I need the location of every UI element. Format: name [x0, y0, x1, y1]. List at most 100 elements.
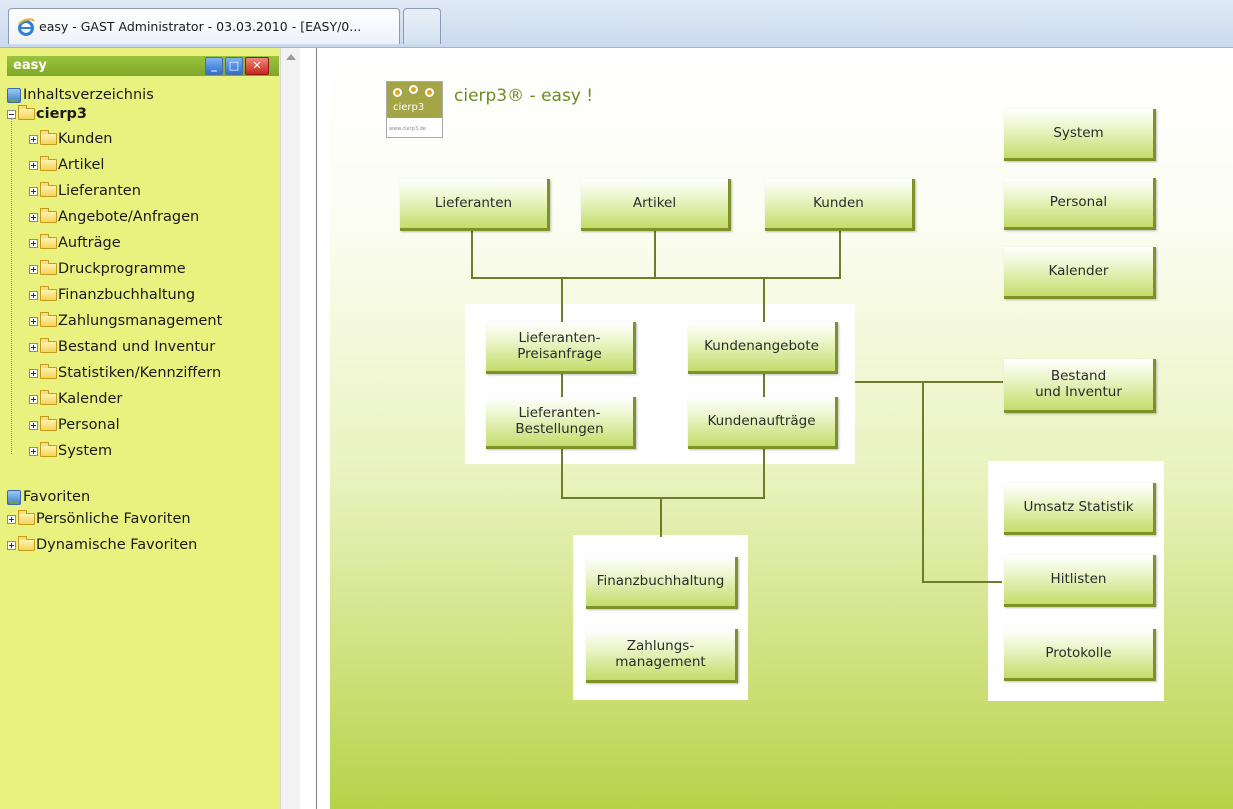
tree-item-auftraege[interactable]: Aufträge [29, 232, 121, 254]
tree-item-label: Lieferanten [58, 183, 141, 199]
tree-item-kunden[interactable]: Kunden [29, 128, 112, 150]
expand-icon[interactable] [29, 290, 38, 300]
finanzbuchhaltung-button[interactable]: Finanzbuchhaltung [586, 557, 738, 609]
tree-item-system[interactable]: System [29, 440, 112, 462]
browser-tab-bar: easy - GAST Administrator - 03.03.2010 -… [0, 0, 1233, 48]
navigation-pane: easy _ □ ✕ Inhaltsverzeichnis cierp3 Kun… [0, 48, 300, 809]
logo-text: cierp3 [393, 102, 425, 113]
tree-item-label: Statistiken/Kennziffern [58, 365, 222, 381]
tree-item-personal[interactable]: Personal [29, 414, 120, 436]
folder-icon [18, 536, 35, 551]
umsatz-statistik-button[interactable]: Umsatz Statistik [1004, 483, 1156, 535]
pane-splitter[interactable] [316, 48, 317, 809]
kundenauftraege-button[interactable]: Kundenaufträge [688, 397, 838, 449]
connector-line [922, 581, 1002, 583]
computer-icon [7, 489, 21, 505]
expand-icon[interactable] [29, 446, 38, 456]
expand-icon[interactable] [29, 186, 38, 196]
tree-item-label: Kalender [58, 391, 123, 407]
tree-item-lieferanten[interactable]: Lieferanten [29, 180, 141, 202]
tree-item-label: Druckprogramme [58, 261, 186, 277]
folder-icon [18, 510, 35, 525]
lieferanten-bestellungen-button[interactable]: Lieferanten- Bestellungen [486, 397, 636, 449]
tree-guide-line [11, 118, 12, 454]
bestand-und-inventur-button[interactable]: Bestand und Inventur [1004, 359, 1156, 413]
tree-item-bestand[interactable]: Bestand und Inventur [29, 336, 215, 358]
kundenangebote-button[interactable]: Kundenangebote [688, 322, 838, 374]
hitlisten-button[interactable]: Hitlisten [1004, 555, 1156, 607]
folder-icon [40, 208, 57, 223]
folder-icon [40, 416, 57, 431]
zahlungsmanagement-button[interactable]: Zahlungs- management [586, 629, 738, 683]
browser-tab-active[interactable]: easy - GAST Administrator - 03.03.2010 -… [8, 8, 400, 44]
expand-icon[interactable] [29, 342, 38, 352]
tree-item-label: Dynamische Favoriten [36, 537, 198, 553]
folder-icon [40, 338, 57, 353]
close-button[interactable]: ✕ [245, 57, 269, 75]
expand-icon[interactable] [29, 134, 38, 144]
folder-icon [40, 442, 57, 457]
expand-icon[interactable] [29, 238, 38, 248]
cierp3-logo: cierp3 www.cierp3.de [386, 81, 443, 138]
connector-line [561, 374, 563, 398]
artikel-button[interactable]: Artikel [581, 179, 731, 231]
vertical-scrollbar[interactable] [280, 48, 300, 809]
expand-icon[interactable] [29, 368, 38, 378]
expand-icon[interactable] [29, 212, 38, 222]
lieferanten-button[interactable]: Lieferanten [400, 179, 550, 231]
folder-icon [40, 130, 57, 145]
tree-item-label: Personal [58, 417, 120, 433]
connector-line [839, 231, 841, 277]
tree-item-artikel[interactable]: Artikel [29, 154, 104, 176]
expand-icon[interactable] [29, 420, 38, 430]
folder-icon [40, 234, 57, 249]
pane-title: easy [13, 58, 47, 73]
folder-icon [40, 156, 57, 171]
system-button[interactable]: System [1004, 109, 1156, 161]
lieferanten-preisanfrage-button[interactable]: Lieferanten- Preisanfrage [486, 322, 636, 374]
tree-item-label: Angebote/Anfragen [58, 209, 200, 225]
tree-item-statistiken[interactable]: Statistiken/Kennziffern [29, 362, 221, 384]
connector-line [855, 381, 1003, 383]
folder-icon [40, 390, 57, 405]
kunden-button[interactable]: Kunden [765, 179, 915, 231]
new-tab-button[interactable] [403, 8, 441, 44]
pane-header: easy _ □ ✕ [7, 56, 279, 76]
folder-icon [40, 260, 57, 275]
minimize-button[interactable]: _ [205, 57, 223, 75]
tree-item-kalender[interactable]: Kalender [29, 388, 122, 410]
main-content: cierp3 www.cierp3.de cierp3® - easy ! Li… [330, 57, 1233, 809]
tree-item-finanzbuchhaltung[interactable]: Finanzbuchhaltung [29, 284, 195, 306]
connector-line [561, 448, 563, 498]
brand-title: cierp3® - easy ! [454, 86, 594, 106]
expand-icon[interactable] [29, 264, 38, 274]
tree-item-label: Persönliche Favoriten [36, 511, 191, 527]
tree-item-label: System [58, 443, 113, 459]
expand-icon[interactable] [7, 540, 16, 550]
tree-item-label: Artikel [58, 157, 105, 173]
connector-line [660, 497, 662, 537]
personal-button[interactable]: Personal [1004, 178, 1156, 230]
expand-icon[interactable] [29, 316, 38, 326]
connector-line [922, 381, 924, 583]
tree-item-label: Aufträge [58, 235, 121, 251]
computer-icon [7, 87, 21, 103]
folder-icon [40, 182, 57, 197]
tree-item-zahlungsmanagement[interactable]: Zahlungsmanagement [29, 310, 222, 332]
tree-node-cierp3[interactable]: cierp3 [7, 103, 87, 125]
favorites-root-label: Favoriten [23, 489, 91, 505]
tree-item-angebote[interactable]: Angebote/Anfragen [29, 206, 199, 228]
scroll-up-arrow-icon[interactable] [286, 54, 296, 60]
protokolle-button[interactable]: Protokolle [1004, 629, 1156, 681]
tree-root-favoriten[interactable]: Favoriten [7, 486, 90, 508]
connector-line [654, 231, 656, 277]
kalender-button[interactable]: Kalender [1004, 247, 1156, 299]
tree-item-dynamische-favoriten[interactable]: Dynamische Favoriten [7, 534, 197, 556]
connector-line [471, 277, 841, 279]
tree-item-druckprogramme[interactable]: Druckprogramme [29, 258, 186, 280]
maximize-button[interactable]: □ [225, 57, 243, 75]
expand-icon[interactable] [29, 394, 38, 404]
tree-item-persoenliche-favoriten[interactable]: Persönliche Favoriten [7, 508, 191, 530]
expand-icon[interactable] [29, 160, 38, 170]
expand-icon[interactable] [7, 514, 16, 524]
